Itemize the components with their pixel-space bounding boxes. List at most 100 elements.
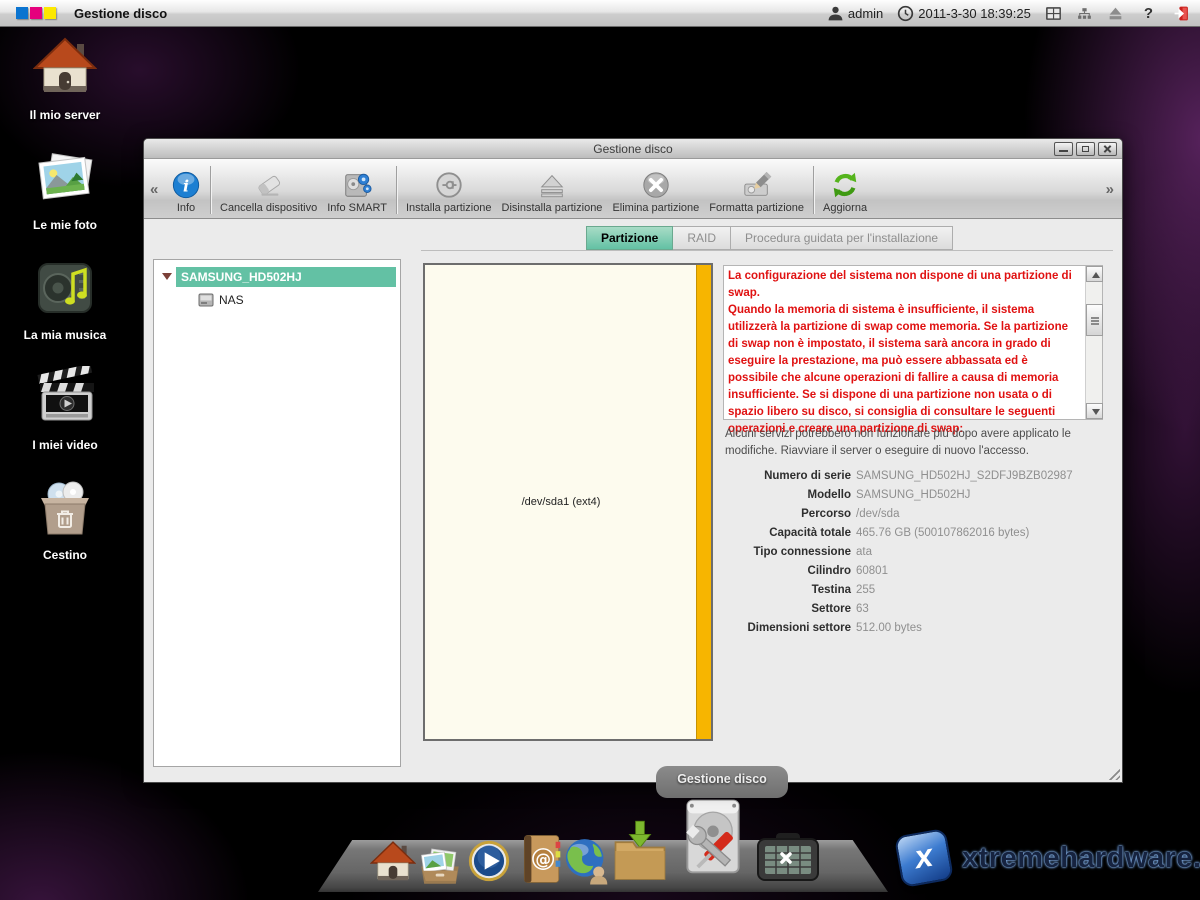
music-icon: [33, 256, 97, 320]
toolbar-overflow-right[interactable]: »: [1106, 181, 1114, 198]
tab-raid[interactable]: RAID: [673, 226, 731, 250]
device-tree-panel: SAMSUNG_HD502HJ NAS: [153, 259, 401, 767]
eraser-icon: [254, 170, 284, 200]
erase-device-button[interactable]: Cancella dispositivo: [215, 168, 322, 216]
detail-row: Cilindro60801: [723, 561, 1103, 580]
minimize-button[interactable]: [1054, 142, 1073, 156]
tree-node-disk[interactable]: SAMSUNG_HD502HJ: [176, 267, 396, 287]
system-menubar: Gestione disco admin 2011-3-30 18:39:25 …: [0, 0, 1200, 27]
help-button[interactable]: ?: [1138, 5, 1159, 22]
tree-node-nas[interactable]: NAS: [198, 293, 400, 307]
desktop-item-videos[interactable]: I miei video: [14, 366, 116, 452]
site-watermark: x xtremehardware.it: [898, 832, 1200, 884]
tab-partizione[interactable]: Partizione: [586, 226, 673, 250]
detail-row: Capacità totale465.76 GB (500107862016 b…: [723, 523, 1103, 542]
logout-icon[interactable]: [1173, 5, 1190, 22]
desktop-item-label: Cestino: [14, 548, 116, 562]
delete-partition-button[interactable]: Elimina partizione: [607, 168, 704, 216]
desktop-item-label: La mia musica: [14, 328, 116, 342]
info-button[interactable]: i Info: [166, 168, 206, 216]
desktop-item-music[interactable]: La mia musica: [14, 256, 116, 342]
swap-warning-box: La configurazione del sistema non dispon…: [723, 265, 1103, 420]
toolbar-separator: [813, 166, 814, 214]
svg-text:i: i: [183, 177, 189, 196]
arrow-down-icon: [1092, 409, 1100, 415]
watermark-x-logo: x: [894, 828, 954, 888]
logo-square-magenta: [30, 7, 42, 19]
active-app-title: Gestione disco: [74, 6, 167, 21]
window-grid-icon[interactable]: [1045, 5, 1062, 22]
desktop-item-label: Il mio server: [14, 108, 116, 122]
watermark-text: xtremehardware.it: [962, 842, 1200, 875]
delete-x-icon: [641, 170, 671, 200]
window-title: Gestione disco: [593, 142, 672, 156]
svg-text:@: @: [535, 850, 551, 868]
plug-icon: [434, 170, 464, 200]
dock-home-icon[interactable]: [370, 840, 416, 886]
detail-row: Numero di serieSAMSUNG_HD502HJ_S2DFJ9BZB…: [723, 466, 1103, 485]
username: admin: [848, 6, 883, 21]
disk-management-window: Gestione disco « i Info: [143, 138, 1123, 783]
tab-install-wizard[interactable]: Procedura guidata per l'installazione: [731, 226, 953, 250]
window-titlebar[interactable]: Gestione disco: [144, 139, 1122, 159]
dock-network-globe-icon[interactable]: [562, 836, 612, 886]
desktop-item-photos[interactable]: Le mie foto: [14, 146, 116, 232]
tree-expand-caret[interactable]: [162, 273, 172, 280]
format-partition-button[interactable]: Formatta partizione: [704, 168, 809, 216]
scrollbar-thumb[interactable]: [1086, 304, 1103, 336]
maximize-icon: [1082, 146, 1089, 152]
clock-icon: [897, 5, 914, 22]
devices-icon[interactable]: [1076, 5, 1093, 22]
desktop: Gestione disco admin 2011-3-30 18:39:25 …: [0, 0, 1200, 900]
partition-map[interactable]: /dev/sda1 (ext4): [423, 263, 713, 741]
logo-square-blue: [16, 7, 28, 19]
clock: 2011-3-30 18:39:25: [897, 5, 1031, 22]
disk-details: Numero di serieSAMSUNG_HD502HJ_S2DFJ9BZB…: [723, 466, 1103, 637]
smart-info-button[interactable]: Info SMART: [322, 168, 392, 216]
scrollbar-grip: [1091, 317, 1099, 319]
disk-gears-icon: [342, 170, 372, 200]
detail-row: Settore63: [723, 599, 1103, 618]
scroll-down-button[interactable]: [1086, 403, 1103, 419]
photos-icon: [33, 146, 97, 210]
refresh-icon: [830, 170, 860, 200]
detail-row: Percorso/dev/sda: [723, 504, 1103, 523]
detail-row: ModelloSAMSUNG_HD502HJ: [723, 485, 1103, 504]
tab-bar: Partizione RAID Procedura guidata per l'…: [586, 226, 953, 250]
dock-tooltip-label: Gestione disco: [677, 772, 767, 786]
dock-media-player-icon[interactable]: [466, 838, 512, 884]
dock-disk-tools-icon[interactable]: [672, 798, 754, 880]
dock-contacts-icon[interactable]: @: [518, 834, 562, 884]
window-resize-grip[interactable]: [1106, 766, 1120, 780]
dock-photos-icon[interactable]: [416, 842, 464, 888]
eject-partition-icon: [537, 170, 567, 200]
logo-square-yellow: [44, 7, 56, 19]
detail-row: Testina255: [723, 580, 1103, 599]
tab-underline: [421, 250, 1113, 251]
user-menu[interactable]: admin: [827, 5, 883, 22]
refresh-button[interactable]: Aggiorna: [818, 168, 872, 216]
desktop-item-server[interactable]: Il mio server: [14, 36, 116, 122]
tree-node-label: NAS: [219, 293, 244, 307]
maximize-button[interactable]: [1076, 142, 1095, 156]
close-button[interactable]: [1098, 142, 1117, 156]
swap-warning-text: La configurazione del sistema non dispon…: [728, 268, 1080, 438]
partition-used-stripe: [696, 265, 711, 739]
desktop-item-trash[interactable]: Cestino: [14, 476, 116, 562]
format-pencil-icon: [742, 170, 772, 200]
arrow-up-icon: [1092, 272, 1100, 278]
partition-label: /dev/sda1 (ext4): [425, 496, 697, 508]
eject-icon[interactable]: [1107, 5, 1124, 22]
install-partition-button[interactable]: Installa partizione: [401, 168, 497, 216]
trash-icon: [33, 476, 97, 540]
toolbar-overflow-left[interactable]: «: [150, 181, 158, 198]
dock-toolbox-icon[interactable]: [756, 832, 820, 882]
user-icon: [827, 5, 844, 22]
detail-row: Dimensioni settore512.00 bytes: [723, 618, 1103, 637]
disk-small-icon: [198, 293, 214, 307]
warning-scrollbar[interactable]: [1085, 266, 1102, 419]
scroll-up-button[interactable]: [1086, 266, 1103, 282]
uninstall-partition-button[interactable]: Disinstalla partizione: [497, 168, 608, 216]
dock-download-folder-icon[interactable]: [612, 818, 668, 884]
video-icon: [33, 366, 97, 430]
